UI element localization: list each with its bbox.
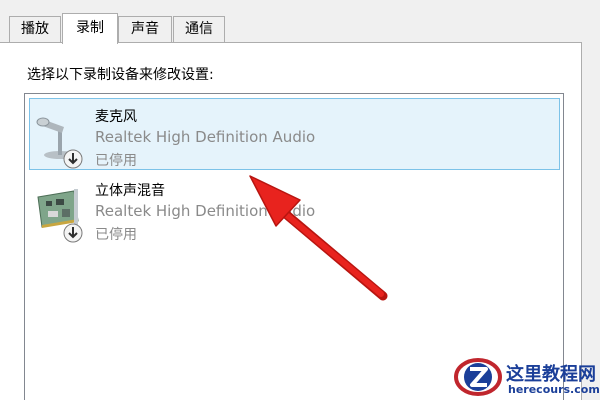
device-name: 立体声混音 [95, 183, 165, 199]
device-name: 麦克风 [95, 109, 137, 125]
device-item-microphone[interactable]: 麦克风 Realtek High Definition Audio 已停用 [29, 98, 560, 170]
instruction-label: 选择以下录制设备来修改设置: [27, 67, 214, 83]
device-item-stereo-mix[interactable]: 立体声混音 Realtek High Definition Audio 已停用 [29, 172, 560, 244]
sound-recording-window: 播放 录制 声音 通信 选择以下录制设备来修改设置: 麦克风 Realtek H… [0, 0, 600, 400]
z-logo-icon [454, 358, 502, 396]
device-status: 已停用 [95, 153, 137, 169]
sound-card-icon [34, 181, 90, 243]
device-status: 已停用 [95, 227, 137, 243]
watermark-url: herecours.com [508, 383, 600, 396]
tab-playback[interactable]: 播放 [9, 16, 61, 42]
microphone-icon [34, 107, 90, 169]
device-description: Realtek High Definition Audio [95, 128, 316, 146]
tab-recording[interactable]: 录制 [62, 13, 118, 44]
tab-strip: 播放 录制 声音 通信 [0, 13, 600, 44]
tab-sounds[interactable]: 声音 [118, 16, 172, 42]
device-description: Realtek High Definition Audio [95, 202, 316, 220]
watermark-logo: 这里教程网 herecours.com [450, 353, 600, 400]
tab-communications[interactable]: 通信 [173, 16, 225, 42]
